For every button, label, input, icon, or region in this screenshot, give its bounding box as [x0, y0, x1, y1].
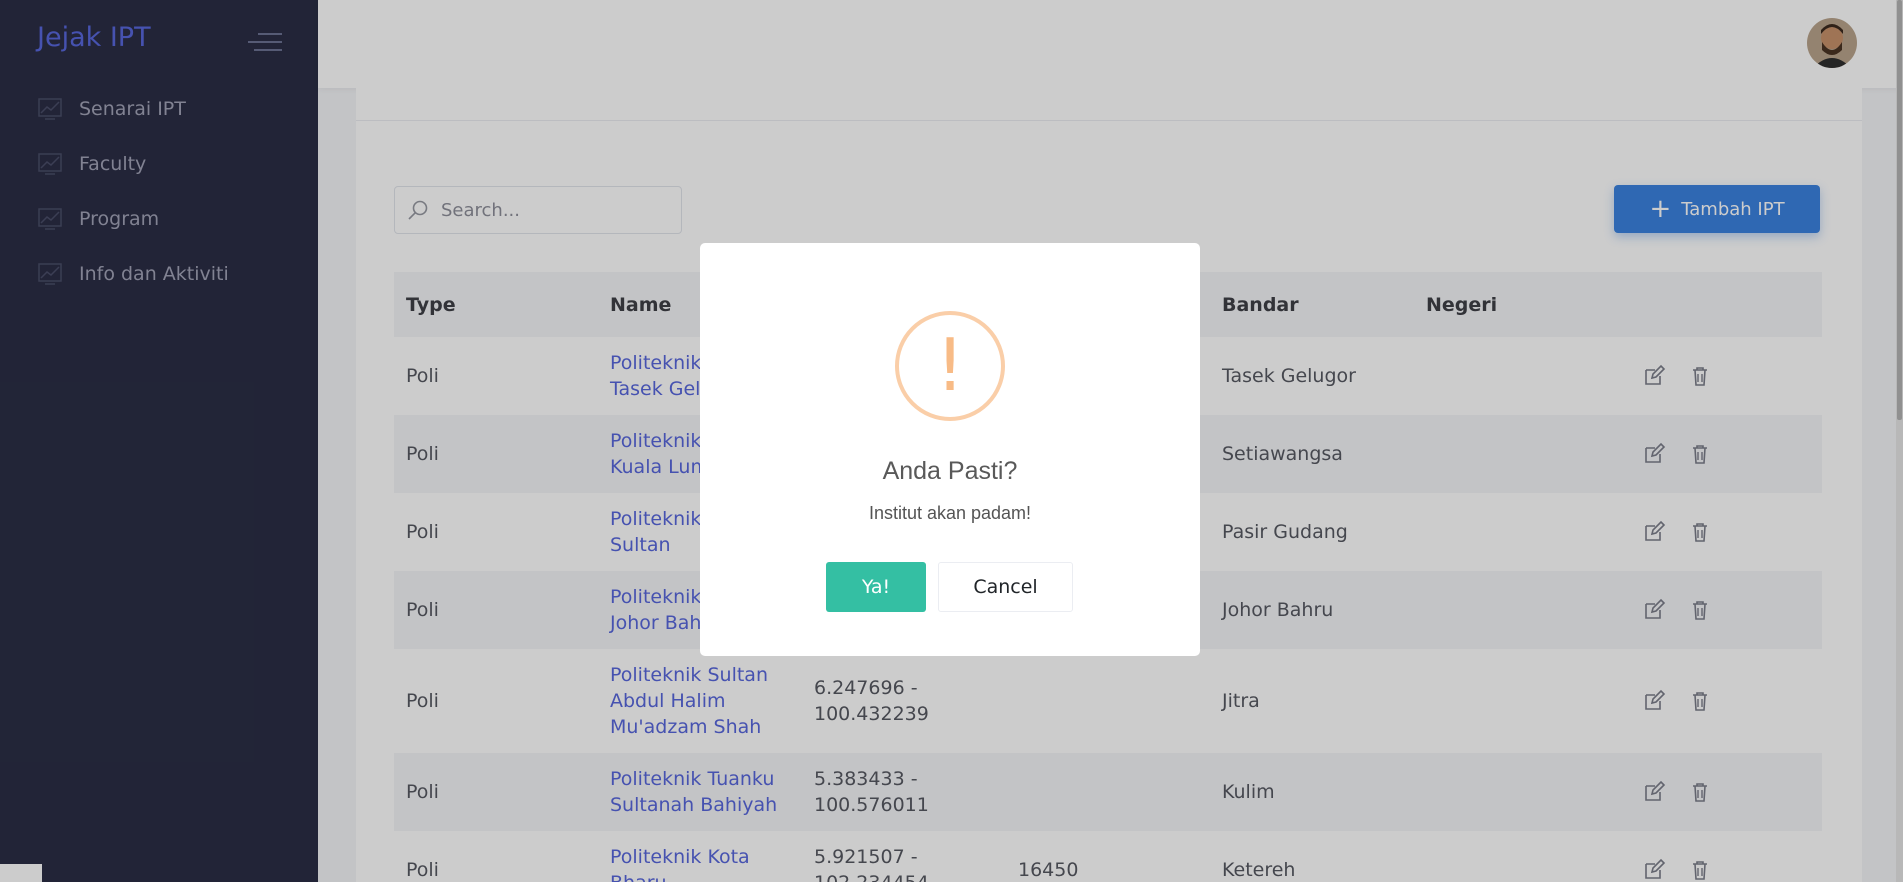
cancel-button[interactable]: Cancel: [938, 562, 1073, 612]
confirm-button[interactable]: Ya!: [826, 562, 926, 612]
dialog-message: Institut akan padam!: [868, 503, 1032, 523]
confirm-delete-dialog: ! Anda Pasti? Institut akan padam! Ya! C…: [700, 243, 1200, 656]
dialog-title: Anda Pasti?: [882, 457, 1018, 485]
warning-icon: !: [895, 311, 1005, 421]
